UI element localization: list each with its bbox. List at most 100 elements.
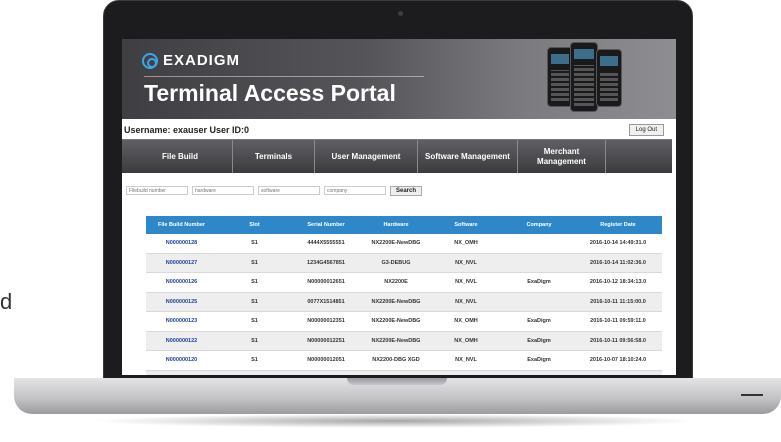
table-cell: S1 <box>251 298 258 305</box>
table-cell: NX_OMH <box>454 337 478 344</box>
table-cell: 2016-10-12 18:34:13.0 <box>589 279 647 286</box>
screen: EXADIGM Terminal Access Portal Username:… <box>122 39 676 375</box>
file-build-link[interactable]: N000000125 <box>146 293 217 312</box>
table-cell: N00000012251 <box>307 337 345 344</box>
table-cell: G3-DEBUG <box>381 259 411 266</box>
table-cell: ExaDigm <box>527 279 551 286</box>
table-cell: NX2200E-NewDBG <box>371 298 421 305</box>
username-label: Username: exauser User ID:0 <box>124 125 250 135</box>
column-header[interactable]: Register Date <box>578 216 658 234</box>
table-row[interactable]: N000000122 S1 N00000012251 NX2200E-NewDBG NX… <box>146 331 662 351</box>
table-cell: S1 <box>251 240 258 247</box>
table-cell: NX2200E-NewDBG <box>371 337 421 344</box>
nav-merchant-management[interactable]: Merchant Management <box>518 140 606 173</box>
table-cell: ExaDigm <box>527 318 551 325</box>
table-cell: NX_NVL <box>455 259 477 266</box>
search-button[interactable]: Search <box>390 185 423 196</box>
table-cell: N00000012051 <box>307 357 345 364</box>
table-body: N000000128 S1 4444X5555551 NX2200E-NewDBG NX… <box>146 234 662 375</box>
column-header[interactable]: Company <box>500 216 578 234</box>
table-cell: NX_OMH <box>454 240 478 247</box>
file-build-link[interactable]: N000000127 <box>146 254 217 273</box>
page-title: Terminal Access Portal <box>144 80 396 106</box>
table-cell: 1234G4567851 <box>307 259 345 266</box>
table-cell: NX_NVL <box>455 357 477 364</box>
file-build-link[interactable]: N000000123 <box>146 312 217 331</box>
file-build-link[interactable]: N000000117 <box>146 371 217 376</box>
column-header[interactable]: Software <box>432 216 500 234</box>
table-cell: NX_NVL <box>455 298 477 305</box>
user-bar: Username: exauser User ID:0 Log Out <box>122 123 676 139</box>
table-cell: 2016-10-11 09:59:11.0 <box>590 318 646 325</box>
company-input[interactable] <box>324 186 386 195</box>
exadigm-logo: EXADIGM <box>142 52 240 69</box>
table-row[interactable]: N000000128 S1 4444X5555551 NX2200E-NewDBG NX… <box>146 234 662 254</box>
table-cell: NX2200E-NewDBG <box>371 318 421 325</box>
file-build-link[interactable]: N000000126 <box>146 273 217 292</box>
table-cell: ExaDigm <box>527 337 551 344</box>
table-row[interactable]: N000000117S1N00000011751NX2200ENX_NVLExa… <box>146 370 662 376</box>
table-cell <box>500 254 578 273</box>
column-header[interactable]: File Build Number <box>146 216 217 234</box>
terminal-device-image <box>596 49 622 107</box>
file-build-link[interactable]: N000000128 <box>146 234 217 253</box>
table-header: File Build Number Slot Serial Number Har… <box>146 216 662 234</box>
nav-file-build[interactable]: File Build <box>128 140 233 173</box>
table-cell: S1 <box>251 318 258 325</box>
table-cell: 2016-10-14 14:49:31.0 <box>589 240 647 247</box>
table-row[interactable]: N000000123 S1 N00000012351 NX2200E-NewDBG NX… <box>146 312 662 332</box>
search-bar: Search <box>126 185 676 196</box>
column-header[interactable]: Slot <box>217 216 292 234</box>
table-cell: 2016-10-07 09:25:08.0 <box>578 371 658 376</box>
table-cell: 2016-10-11 09:56:58.0 <box>590 337 646 344</box>
terminal-device-image <box>570 42 598 112</box>
table-cell: N00000012651 <box>307 279 345 286</box>
table-cell: NX2200E <box>360 371 432 376</box>
nav-software-management[interactable]: Software Management <box>418 140 518 173</box>
table-cell: N00000011751 <box>292 371 360 376</box>
nav-user-management[interactable]: User Management <box>315 140 418 173</box>
table-cell: 4444X5555551 <box>307 240 345 247</box>
table-cell: NX2200E <box>384 279 408 286</box>
table-cell: 0077X1514851 <box>307 298 345 305</box>
table-row[interactable]: N000000125 S1 0077X1514851 NX2200E-NewDBG NX… <box>146 292 662 312</box>
table-cell: NX_NVL <box>455 279 477 286</box>
logo-icon <box>142 52 158 69</box>
table-cell: S1 <box>251 279 258 286</box>
column-header[interactable]: Serial Number <box>292 216 360 234</box>
filebuild-input[interactable] <box>126 186 188 195</box>
side-text: d <box>0 289 13 314</box>
table-cell <box>500 234 578 253</box>
laptop-base <box>14 378 781 414</box>
table-cell: S1 <box>251 259 258 266</box>
file-build-link[interactable]: N000000122 <box>146 332 217 351</box>
table-cell: S1 <box>251 357 258 364</box>
table-cell: NX2200-DBG XGD <box>372 357 420 364</box>
logo-text: EXADIGM <box>163 52 241 69</box>
table-cell: S1 <box>251 337 258 344</box>
base-shadow <box>90 414 700 428</box>
main-nav: File Build Terminals User Management Sof… <box>122 139 672 173</box>
logout-button[interactable]: Log Out <box>628 124 664 136</box>
file-build-link[interactable]: N000000120 <box>146 351 217 370</box>
table-cell: 2016-10-07 18:10:24.0 <box>589 357 647 364</box>
dash-mark <box>741 394 763 396</box>
table-cell: 2016-10-14 11:02:36.0 <box>590 259 646 266</box>
hardware-input[interactable] <box>192 186 254 195</box>
banner-divider <box>144 76 424 77</box>
table-row[interactable]: N000000126 S1 N00000012651 NX2200E NX_NVL Exa… <box>146 273 662 293</box>
file-build-table: File Build Number Slot Serial Number Har… <box>146 216 662 375</box>
header-banner: EXADIGM Terminal Access Portal <box>122 39 676 119</box>
camera-dot <box>398 11 403 16</box>
table-row[interactable]: N000000120 S1 N00000012051 NX2200-DBG XGD NX… <box>146 351 662 371</box>
table-cell: N00000012351 <box>307 318 345 325</box>
table-cell: ExaDigm <box>527 357 551 364</box>
table-row[interactable]: N000000127 S1 1234G4567851 G3-DEBUG NX_NVL 20… <box>146 253 662 273</box>
laptop-mockup: d EXADIGM Terminal Access Portal Usernam… <box>0 0 781 442</box>
table-cell <box>500 293 578 312</box>
software-input[interactable] <box>258 186 320 195</box>
column-header[interactable]: Hardware <box>360 216 432 234</box>
nav-terminals[interactable]: Terminals <box>233 140 315 173</box>
table-cell: NX2200E-NewDBG <box>371 240 421 247</box>
laptop-lid: EXADIGM Terminal Access Portal Username:… <box>103 0 693 390</box>
